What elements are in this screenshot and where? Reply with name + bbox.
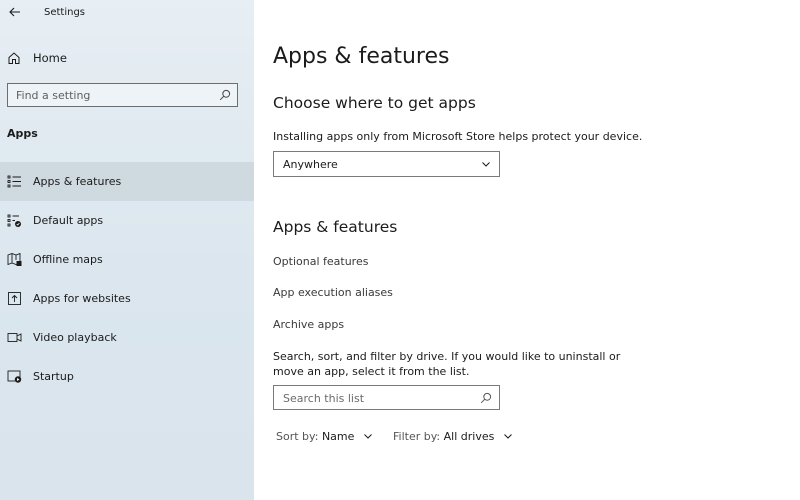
get-apps-description: Installing apps only from Microsoft Stor… <box>273 130 643 143</box>
sort-by-dropdown[interactable]: Sort by: Name <box>276 430 373 443</box>
chevron-down-icon <box>482 162 490 167</box>
dropdown-value: Anywhere <box>283 158 338 171</box>
sidebar-item-label: Apps for websites <box>33 292 131 305</box>
sort-prefix: Sort by: <box>276 430 319 443</box>
open-in-app-icon <box>8 292 21 305</box>
search-icon[interactable] <box>480 392 492 404</box>
home-icon <box>8 52 20 64</box>
sidebar-item-label: Default apps <box>33 214 104 227</box>
startup-icon <box>7 370 22 383</box>
find-setting-box <box>7 83 238 107</box>
features-description: Search, sort, and filter by drive. If yo… <box>273 350 621 378</box>
sidebar-section-title: Apps <box>7 127 38 140</box>
sidebar-item-label: Apps & features <box>33 175 122 188</box>
get-apps-heading: Choose where to get apps <box>273 94 476 112</box>
title-bar: Settings <box>0 0 254 26</box>
filter-by-dropdown[interactable]: Filter by: All drives <box>393 430 513 443</box>
sidebar-item-label: Video playback <box>33 331 117 344</box>
archive-apps-link[interactable]: Archive apps <box>273 318 344 331</box>
sidebar-home[interactable]: Home <box>0 46 254 72</box>
sidebar-item-apps-for-websites[interactable]: Apps for websites <box>0 279 254 318</box>
sidebar: Settings Home Apps <box>0 0 254 500</box>
sidebar-item-apps-features[interactable]: Apps & features <box>0 162 254 201</box>
search-list-input[interactable] <box>283 389 473 407</box>
sidebar-item-label: Startup <box>33 370 74 383</box>
back-arrow-icon <box>9 7 20 17</box>
chevron-down-icon <box>503 434 512 439</box>
search-list-box <box>273 385 500 410</box>
default-apps-icon <box>7 214 21 227</box>
sidebar-item-startup[interactable]: Startup <box>0 357 254 396</box>
back-button[interactable] <box>6 3 24 21</box>
sidebar-item-default-apps[interactable]: Default apps <box>0 201 254 240</box>
settings-window: Settings Home Apps <box>0 0 800 500</box>
filter-value: All drives <box>443 430 495 443</box>
sidebar-item-offline-maps[interactable]: Offline maps <box>0 240 254 279</box>
find-setting-input[interactable] <box>16 86 206 104</box>
sidebar-item-label: Offline maps <box>33 253 103 266</box>
app-execution-aliases-link[interactable]: App execution aliases <box>273 286 393 299</box>
chevron-down-icon <box>364 434 372 439</box>
features-heading: Apps & features <box>273 218 398 236</box>
app-title: Settings <box>44 7 86 18</box>
sort-value: Name <box>321 430 355 443</box>
search-icon[interactable] <box>219 89 231 101</box>
sidebar-item-video-playback[interactable]: Video playback <box>0 318 254 357</box>
sidebar-nav: Apps & features Default apps Offline map… <box>0 162 254 396</box>
list-icon <box>7 175 21 188</box>
map-icon <box>7 252 22 266</box>
home-label: Home <box>33 51 67 65</box>
video-icon <box>7 333 22 342</box>
page-title: Apps & features <box>273 44 450 69</box>
filter-prefix: Filter by: <box>393 430 441 443</box>
app-source-dropdown[interactable]: Anywhere <box>273 151 500 177</box>
optional-features-link[interactable]: Optional features <box>273 255 368 268</box>
main-content: Apps & features Choose where to get apps… <box>254 0 800 500</box>
